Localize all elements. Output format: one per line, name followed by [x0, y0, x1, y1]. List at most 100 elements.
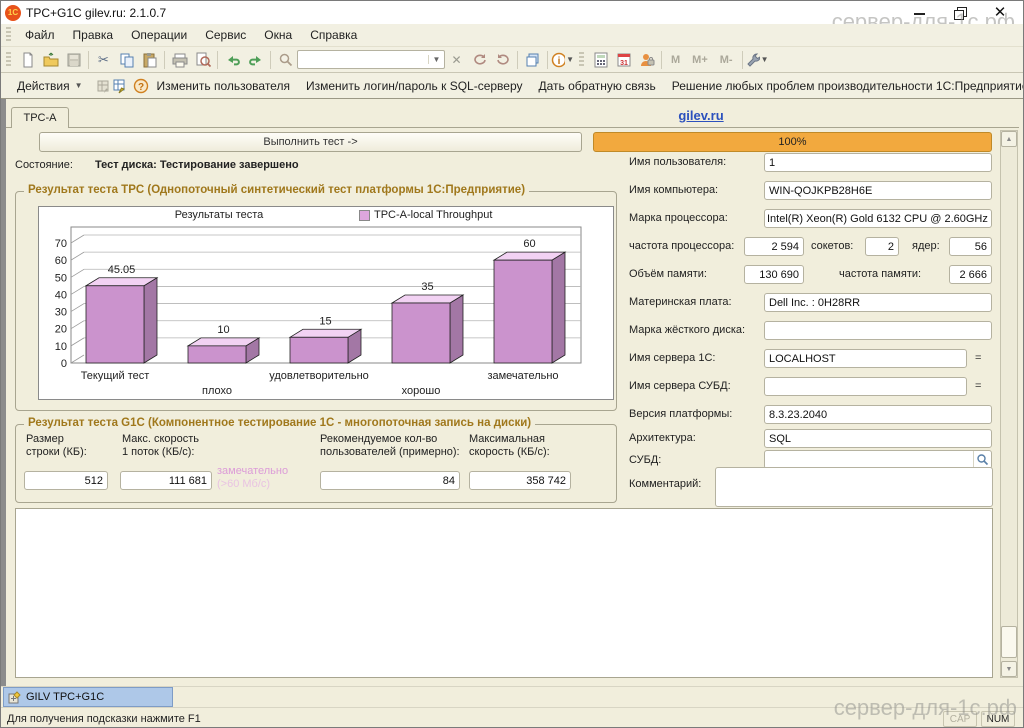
svg-text:35: 35 [421, 281, 433, 293]
copy-button[interactable] [115, 49, 138, 71]
menu-windows[interactable]: Окна [255, 26, 301, 44]
info-button[interactable]: i ▼ [551, 49, 574, 71]
memory-size-field[interactable] [744, 265, 804, 284]
find-next-button[interactable] [468, 49, 491, 71]
scroll-thumb[interactable] [1001, 626, 1017, 658]
print-preview-button[interactable] [191, 49, 214, 71]
performance-help-link[interactable]: Решение любых проблем производительности… [664, 77, 1023, 95]
svg-text:плохо: плохо [202, 385, 232, 397]
dbms-search-button[interactable] [973, 451, 991, 468]
cpu-model-field[interactable] [764, 209, 992, 228]
menu-help[interactable]: Справка [301, 26, 366, 44]
undo-button[interactable] [221, 49, 244, 71]
change-user-link[interactable]: Изменить пользователя [149, 77, 298, 95]
svg-text:Текущий тест: Текущий тест [81, 370, 150, 382]
max-speed-1-label: Макс. скорость 1 поток (КБ/с): [122, 433, 200, 458]
settings-dropdown-icon[interactable]: ▼ [761, 55, 769, 64]
info-dropdown-icon[interactable]: ▼ [566, 55, 574, 64]
memory-freq-field[interactable] [949, 265, 992, 284]
gilev-site-link[interactable]: gilev.ru [621, 108, 781, 123]
toolbar-grip-2[interactable] [579, 51, 584, 68]
motherboard-field[interactable] [764, 293, 992, 312]
window-tab-gilv[interactable]: GILV TPC+G1C [3, 687, 173, 707]
svg-text:i: i [558, 56, 561, 67]
state-label: Состояние: [15, 159, 73, 171]
menu-service[interactable]: Сервис [196, 26, 255, 44]
search-input[interactable]: ▼ [297, 50, 445, 69]
search-icon[interactable] [274, 49, 297, 71]
toolbar-grip[interactable] [6, 51, 11, 68]
redo-button[interactable] [244, 49, 267, 71]
memory-size-label: Объём памяти: [629, 268, 707, 280]
tab-row-divider [6, 127, 1019, 128]
cut-button[interactable]: ✂ [92, 49, 115, 71]
minimize-button[interactable] [913, 6, 927, 20]
settings-wrench-button[interactable]: ▼ [746, 49, 769, 71]
user-permissions-button[interactable] [635, 49, 658, 71]
results-log-area[interactable] [15, 508, 993, 678]
help-icon[interactable]: ? [133, 75, 149, 97]
server-1c-equals: = [975, 352, 982, 364]
app-logo-icon: 1С [5, 4, 21, 21]
clear-search-button[interactable]: ✕ [445, 49, 468, 71]
windows-list-button[interactable] [521, 49, 544, 71]
scroll-up-icon[interactable]: ▲ [1001, 131, 1017, 147]
change-sql-login-link[interactable]: Изменить логин/пароль к SQL-серверу [298, 77, 531, 95]
comment-field[interactable] [715, 467, 993, 507]
disk-model-field[interactable] [764, 321, 992, 340]
open-document-button[interactable] [39, 49, 62, 71]
recommended-users-field[interactable] [320, 471, 460, 490]
print-button[interactable] [168, 49, 191, 71]
main-toolbar: ✂ ▼ ✕ i ▼ 31 M M+ M- ▼ [1, 47, 1023, 73]
menu-file[interactable]: Файл [16, 26, 64, 44]
new-document-button[interactable] [16, 49, 39, 71]
svg-text:замечательно: замечательно [487, 370, 558, 382]
server-1c-field[interactable] [764, 349, 967, 368]
menu-edit[interactable]: Правка [64, 26, 123, 44]
window-tab-bar: GILV TPC+G1C [1, 686, 1023, 707]
find-prev-button[interactable] [491, 49, 514, 71]
save-button[interactable] [62, 49, 85, 71]
motherboard-label: Материнская плата: [629, 296, 732, 308]
cores-field[interactable] [949, 237, 992, 256]
user-name-field[interactable] [764, 153, 992, 172]
run-test-button[interactable]: Выполнить тест -> [39, 132, 582, 152]
actions-menu-button[interactable]: Действия ▼ [11, 77, 89, 95]
close-button[interactable]: ✕ [993, 5, 1007, 20]
memory-recall-button[interactable]: M [665, 54, 686, 66]
restore-button[interactable] [953, 6, 967, 20]
feedback-link[interactable]: Дать обратную связь [531, 77, 664, 95]
tab-tpc-a[interactable]: TPC-A [11, 107, 69, 128]
computer-name-field[interactable] [764, 181, 992, 200]
recommended-users-label: Рекомендуемое кол-во пользователей (прим… [320, 433, 460, 458]
dbms-label: СУБД: [629, 454, 662, 466]
table-import-icon[interactable] [111, 75, 127, 97]
svg-text:15: 15 [319, 315, 331, 327]
form-scrollbar[interactable]: ▲ ▼ [1000, 130, 1018, 678]
architecture-field[interactable] [764, 429, 992, 448]
calendar-button[interactable]: 31 [612, 49, 635, 71]
calculator-button[interactable] [589, 49, 612, 71]
memory-add-button[interactable]: M+ [686, 54, 714, 66]
paste-button[interactable] [138, 49, 161, 71]
window-title: TPC+G1C gilev.ru: 2.1.0.7 [26, 5, 167, 20]
cpu-freq-field[interactable] [744, 237, 804, 256]
cpu-model-label: Марка процессора: [629, 212, 728, 224]
memory-subtract-button[interactable]: M- [714, 54, 739, 66]
menu-operations[interactable]: Операции [122, 26, 196, 44]
cpu-freq-label: частота процессора: [629, 240, 735, 252]
max-speed-1-field[interactable] [120, 471, 212, 490]
server-dbms-field[interactable] [764, 377, 967, 396]
table-export-icon[interactable] [95, 75, 111, 97]
scroll-down-icon[interactable]: ▼ [1001, 661, 1017, 677]
sockets-field[interactable] [865, 237, 899, 256]
search-dropdown-icon[interactable]: ▼ [428, 55, 444, 64]
titlebar: 1С TPC+G1C gilev.ru: 2.1.0.7 ✕ [1, 1, 1023, 24]
platform-version-field[interactable] [764, 405, 992, 424]
action-bar: Действия ▼ ? Изменить пользователя Измени… [1, 73, 1023, 99]
menu-grip[interactable] [6, 27, 11, 43]
svg-text:удовлетворительно: удовлетворительно [269, 370, 369, 382]
tpc-result-group: Результат теста TPC (Однопоточный синтет… [15, 184, 617, 411]
max-speed-field[interactable] [469, 471, 571, 490]
row-size-field[interactable] [24, 471, 108, 490]
